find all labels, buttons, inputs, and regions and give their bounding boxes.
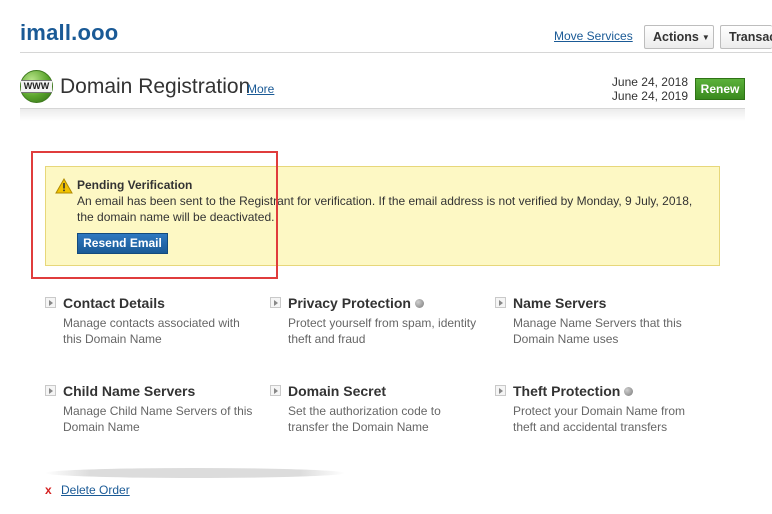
name-servers-desc: Manage Name Servers that this Domain Nam… (513, 316, 682, 346)
child-name-servers-link[interactable]: Child Name Servers (63, 383, 195, 399)
triangle-right-icon (270, 297, 281, 308)
contact-details-link[interactable]: Contact Details (63, 295, 165, 311)
domain-secret-desc: Set the authorization code to transfer t… (288, 404, 441, 434)
contact-details-desc: Manage contacts associated with this Dom… (63, 316, 240, 346)
footer-shadow (45, 468, 345, 478)
section-shadow (20, 109, 745, 121)
name-servers-link[interactable]: Name Servers (513, 295, 606, 311)
triangle-right-icon (495, 297, 506, 308)
domain-secret-link[interactable]: Domain Secret (288, 383, 386, 399)
status-dot-icon (624, 387, 634, 396)
child-name-servers-desc: Manage Child Name Servers of this Domain… (63, 404, 253, 434)
triangle-right-icon (45, 385, 56, 396)
highlight-box (31, 151, 278, 279)
privacy-protection-desc: Protect yourself from spam, identity the… (288, 316, 477, 346)
transactions-label: Transac (729, 30, 772, 44)
actions-dropdown-button[interactable]: Actions ▼ (644, 25, 714, 49)
expiry-date: June 24, 2019 (611, 89, 688, 103)
privacy-protection-link[interactable]: Privacy Protection (288, 295, 411, 311)
transactions-button[interactable]: Transac (720, 25, 772, 49)
triangle-right-icon (495, 385, 506, 396)
privacy-protection-item[interactable]: Privacy Protection (288, 295, 424, 313)
more-link[interactable]: More (247, 82, 274, 96)
section-title: Domain Registration (60, 75, 251, 98)
www-label: WWW (21, 80, 52, 93)
domain-name-title: imall.ooo (20, 20, 119, 45)
triangle-right-icon (45, 297, 56, 308)
theft-protection-item[interactable]: Theft Protection (513, 383, 634, 401)
move-services-link[interactable]: Move Services (554, 29, 633, 43)
theft-protection-link[interactable]: Theft Protection (513, 383, 620, 399)
status-dot-icon (414, 299, 424, 308)
registration-date: June 24, 2018 (611, 75, 688, 89)
triangle-right-icon (270, 385, 281, 396)
caret-down-icon: ▼ (701, 33, 710, 42)
header-divider (20, 52, 772, 53)
renew-button[interactable]: Renew (695, 78, 745, 100)
actions-label: Actions (653, 30, 699, 44)
delete-x-icon: x (45, 483, 52, 497)
delete-order-link[interactable]: Delete Order (61, 483, 130, 497)
theft-protection-desc: Protect your Domain Name from theft and … (513, 404, 686, 434)
